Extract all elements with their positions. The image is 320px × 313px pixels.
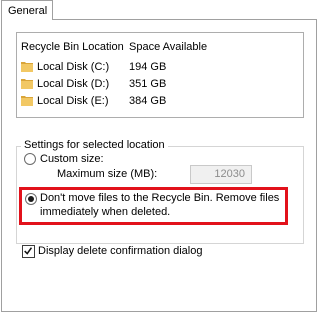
list-item[interactable]: Local Disk (C:) 194 GB [17, 59, 303, 75]
highlight-box [19, 187, 288, 225]
folder-icon [21, 79, 33, 89]
drive-space: 384 GB [129, 95, 167, 107]
settings-group-title: Settings for selected location [21, 139, 168, 151]
drive-name: Local Disk (D:) [37, 78, 110, 90]
max-size-label: Maximum size (MB): [57, 168, 158, 180]
tab-general-label: General [8, 5, 48, 17]
tab-general[interactable]: General [1, 0, 53, 20]
custom-size-radio[interactable] [24, 153, 36, 165]
drive-space: 351 GB [129, 78, 167, 90]
max-size-input[interactable]: 12030 [190, 165, 252, 184]
confirm-dialog-label[interactable]: Display delete confirmation dialog [38, 245, 202, 257]
drive-name: Local Disk (C:) [37, 61, 110, 73]
column-header-location[interactable]: Recycle Bin Location [21, 41, 124, 53]
column-header-space[interactable]: Space Available [129, 41, 207, 53]
max-size-value: 12030 [214, 168, 245, 180]
location-list[interactable]: Recycle Bin Location Space Available Loc… [16, 32, 304, 118]
custom-size-label[interactable]: Custom size: [40, 153, 104, 165]
drive-space: 194 GB [129, 61, 167, 73]
folder-icon [21, 62, 33, 72]
list-item[interactable]: Local Disk (D:) 351 GB [17, 76, 303, 92]
checkmark-icon [24, 247, 33, 255]
drive-name: Local Disk (E:) [37, 95, 109, 107]
confirm-dialog-checkbox[interactable] [22, 245, 35, 258]
list-item[interactable]: Local Disk (E:) 384 GB [17, 93, 303, 109]
folder-icon [21, 96, 33, 106]
